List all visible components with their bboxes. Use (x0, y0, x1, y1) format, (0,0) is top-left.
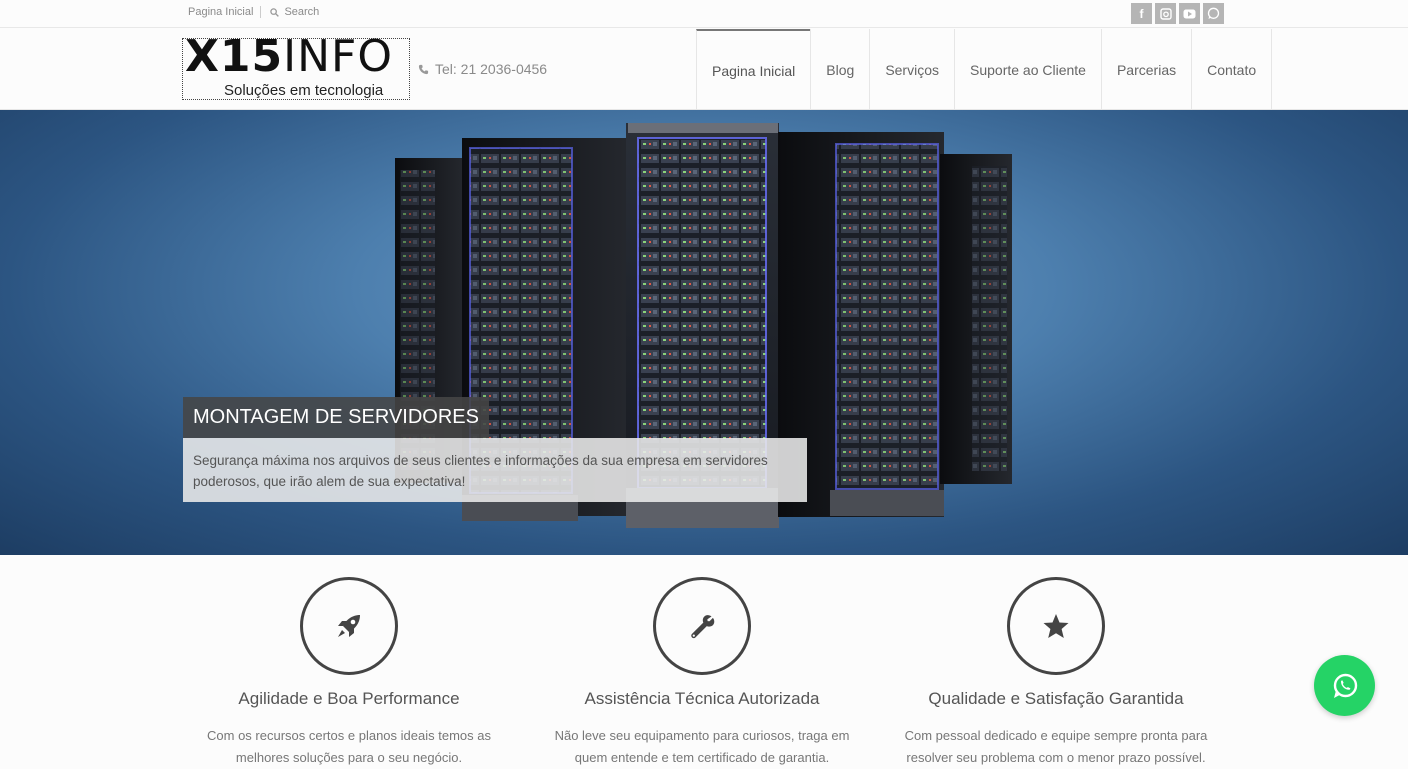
features-section: Agilidade e Boa Performance Com os recur… (0, 555, 1408, 765)
whatsapp-icon (1333, 673, 1357, 698)
logo[interactable]: X15INFO Soluções em tecnologia (182, 31, 410, 100)
feature-agilidade: Agilidade e Boa Performance Com os recur… (174, 577, 524, 769)
hero-description: Segurança máxima nos arquivos de seus cl… (183, 438, 807, 502)
feature-qualidade: Qualidade e Satisfação Garantida Com pes… (881, 577, 1231, 769)
social-icons: f (1131, 3, 1224, 24)
top-home-link[interactable]: Pagina Inicial (188, 6, 253, 18)
feature-text: Não leve seu equipamento para curiosos, … (554, 728, 850, 765)
feature-assistencia: Assistência Técnica Autorizada Não leve … (527, 577, 877, 769)
top-bar: Pagina Inicial Search f (0, 0, 1408, 28)
nav-item-blog[interactable]: Blog (810, 29, 869, 110)
phone-info: Tel: 21 2036-0456 (418, 61, 547, 77)
feature-circle (300, 577, 398, 675)
search-icon (270, 7, 280, 17)
hero-slider[interactable]: MONTAGEM DE SERVIDORES Segurança máxima … (0, 110, 1408, 555)
rocket-icon (338, 615, 360, 637)
whatsapp-icon[interactable] (1203, 3, 1224, 24)
instagram-icon[interactable] (1155, 3, 1176, 24)
hero-title: MONTAGEM DE SERVIDORES (183, 397, 489, 438)
nav-item-parcerias[interactable]: Parcerias (1100, 29, 1191, 110)
feature-circle (653, 577, 751, 675)
phone-number: Tel: 21 2036-0456 (435, 61, 548, 77)
star-icon (1043, 614, 1069, 638)
logo-tagline: Soluções em tecnologia (224, 82, 384, 99)
facebook-icon[interactable]: f (1131, 3, 1152, 24)
wrench-icon (691, 615, 715, 639)
nav-item-pagina-inicial[interactable]: Pagina Inicial (696, 29, 811, 110)
main-nav: Pagina Inicial Blog Serviços Suporte ao … (696, 29, 1273, 110)
feature-text: Com os recursos certos e planos ideais t… (207, 728, 491, 765)
search-label: Search (284, 6, 320, 18)
logo-wordmark: X15INFO (185, 31, 393, 82)
site-header: X15INFO Soluções em tecnologia Tel: 21 2… (0, 29, 1408, 110)
divider (260, 6, 262, 18)
feature-title: Agilidade e Boa Performance (238, 689, 460, 708)
nav-item-servicos[interactable]: Serviços (869, 29, 954, 110)
top-links: Pagina Inicial Search (188, 6, 319, 18)
feature-text: Com pessoal dedicado e equipe sempre pro… (904, 728, 1208, 765)
feature-title: Assistência Técnica Autorizada (584, 689, 820, 708)
feature-circle (1007, 577, 1105, 675)
nav-item-suporte[interactable]: Suporte ao Cliente (954, 29, 1101, 110)
whatsapp-float-button[interactable] (1314, 655, 1375, 716)
youtube-icon[interactable] (1179, 3, 1200, 24)
nav-item-contato[interactable]: Contato (1191, 29, 1273, 110)
phone-icon (418, 64, 429, 74)
top-search[interactable]: Search (270, 6, 319, 18)
feature-title: Qualidade e Satisfação Garantida (928, 689, 1184, 708)
